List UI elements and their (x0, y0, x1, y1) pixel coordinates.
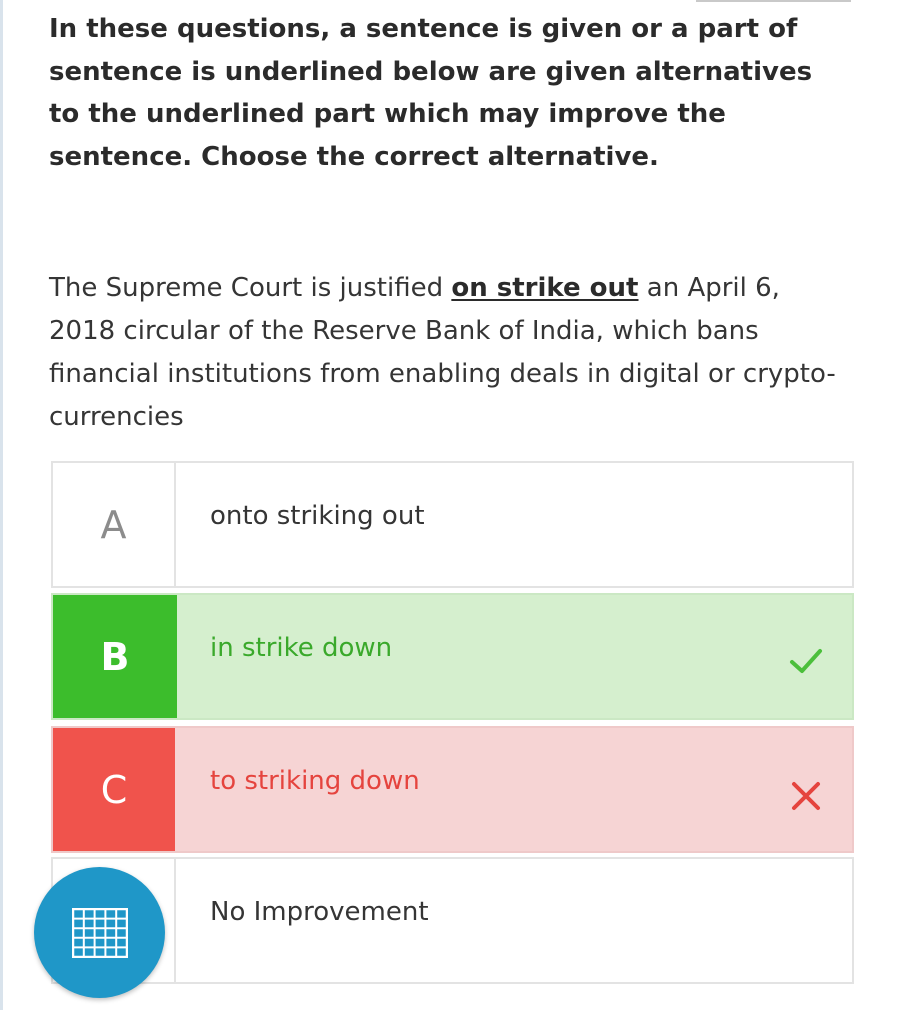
top-divider (696, 0, 851, 2)
option-a[interactable]: A onto striking out (51, 461, 854, 588)
option-letter: C (53, 728, 175, 851)
option-text: onto striking out (210, 501, 425, 531)
instructions-text: In these questions, a sentence is given … (49, 14, 813, 172)
option-d[interactable]: D No Improvement (51, 857, 854, 984)
grid-icon (71, 907, 128, 958)
checkmark-icon (790, 649, 822, 673)
question-sentence: The Supreme Court is justified on strike… (49, 267, 849, 439)
question-grid-button[interactable] (34, 867, 165, 998)
option-c[interactable]: C to striking down (51, 726, 854, 853)
question-page: In these questions, a sentence is given … (0, 0, 899, 1010)
underlined-part: on strike out (451, 273, 639, 303)
option-b[interactable]: B in strike down (51, 593, 854, 720)
option-letter: B (53, 595, 177, 718)
cross-icon (792, 782, 820, 810)
option-text: to striking down (210, 766, 420, 796)
left-border (0, 0, 3, 1010)
option-text: in strike down (210, 633, 393, 663)
question-text-before: The Supreme Court is justified (49, 273, 452, 303)
option-text: No Improvement (210, 897, 429, 927)
option-letter: A (53, 463, 176, 586)
